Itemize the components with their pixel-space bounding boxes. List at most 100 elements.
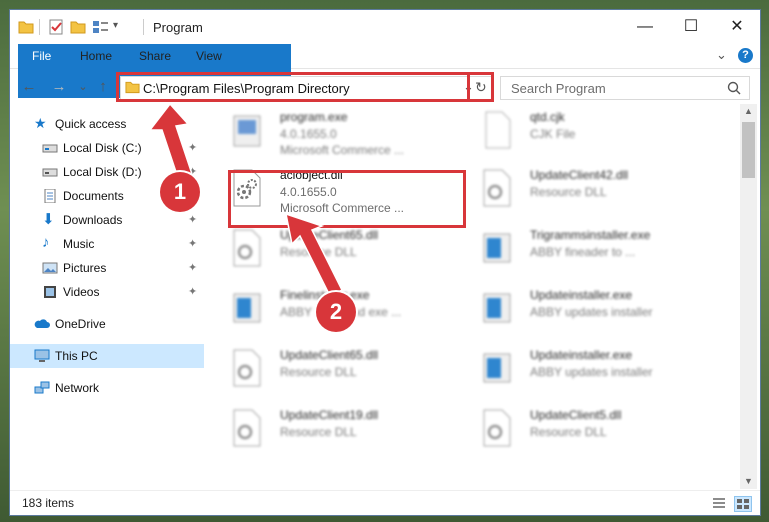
file-item[interactable]: UpdateClient65.dll Resource DLL: [208, 342, 453, 396]
file-name: UpdateClient65.dll: [280, 228, 379, 242]
pin-icon: ✦: [188, 142, 198, 154]
file-name: UpdateClient19.dll: [280, 408, 379, 422]
exe-icon: [233, 115, 261, 147]
help-icon[interactable]: ?: [738, 48, 753, 63]
new-folder-icon[interactable]: [70, 19, 86, 35]
large-icons-view-icon[interactable]: [734, 496, 752, 512]
scroll-up-icon[interactable]: ▲: [744, 106, 753, 116]
sidebar-item-videos[interactable]: Videos ✦: [10, 280, 204, 304]
file-name: Updateinstaller.exe: [530, 348, 633, 362]
file-item[interactable]: program.exe 4.0.1655.0 Microsoft Commerc…: [208, 104, 453, 158]
maximize-button[interactable]: ☐: [668, 10, 714, 44]
sidebar-item-label: This PC: [55, 349, 98, 363]
vertical-scrollbar[interactable]: ▲ ▼: [740, 104, 757, 489]
up-button[interactable]: ↑: [94, 79, 112, 95]
drive-icon: [42, 168, 58, 177]
file-item[interactable]: UpdateClient5.dll Resource DLL: [458, 402, 703, 456]
file-item[interactable]: qtd.cjk CJK File: [458, 104, 703, 158]
installer-icon: [483, 353, 511, 383]
file-type: Resource DLL: [280, 365, 357, 379]
file-name: qtd.cjk: [530, 110, 565, 124]
search-input[interactable]: Search Program: [500, 76, 750, 100]
network-icon: [34, 381, 50, 394]
sidebar-item-label: Quick access: [55, 117, 127, 131]
explorer-window: ▾ Program — ☐ ✕ File Home Share View ⌄ ?…: [10, 10, 760, 515]
file-type: Resource DLL: [530, 425, 607, 439]
dll-gear-icon: [483, 169, 511, 207]
installer-icon: [483, 233, 511, 263]
videos-icon: [44, 286, 56, 298]
address-highlight-box: [116, 72, 494, 102]
sidebar-item-label: Network: [55, 381, 100, 395]
close-button[interactable]: ✕: [714, 10, 760, 44]
sidebar-item-label: Videos: [63, 285, 100, 299]
window-title: Program: [153, 20, 203, 35]
download-icon: ⬇: [42, 211, 55, 228]
sidebar-item-network[interactable]: Network: [10, 376, 204, 400]
navigation-pane: ★ Quick access Local Disk (C:) ✦ Local D…: [10, 104, 204, 489]
qa-separator: [39, 19, 40, 35]
details-view-icon[interactable]: [712, 497, 726, 509]
forward-button[interactable]: →: [50, 79, 68, 95]
scrollbar-thumb[interactable]: [742, 122, 755, 178]
chevron-down-icon[interactable]: ▾: [113, 20, 118, 31]
callout-badge-1: 1: [160, 172, 200, 212]
file-item[interactable]: UpdateClient42.dll Resource DLL: [458, 162, 703, 216]
sidebar-item-label: Music: [63, 237, 95, 251]
sidebar-item-quick-access[interactable]: ★ Quick access: [10, 112, 204, 136]
file-name: Updateinstaller.exe: [530, 288, 633, 302]
scroll-down-icon[interactable]: ▼: [744, 476, 753, 486]
pin-icon: ✦: [188, 286, 198, 298]
sidebar-item-label: Local Disk (D:): [63, 165, 142, 179]
tab-home[interactable]: Home: [68, 44, 124, 68]
sidebar-item-onedrive[interactable]: OneDrive: [10, 312, 204, 336]
ribbon-tabs: File Home Share View ⌄ ?: [10, 44, 760, 98]
file-description: Microsoft Commerce ...: [280, 143, 405, 157]
properties-check-icon[interactable]: [48, 19, 64, 35]
file-name: Trigrammsinstaller.exe: [530, 228, 651, 242]
title-bar: ▾ Program — ☐ ✕: [10, 10, 760, 44]
sidebar-item-music[interactable]: ♪ Music ✦: [10, 232, 204, 256]
file-item[interactable]: Updateinstaller.exe ABBY updates install…: [458, 342, 703, 396]
drive-icon: [42, 144, 58, 153]
music-icon: ♪: [42, 234, 50, 251]
star-icon: ★: [34, 115, 47, 131]
dll-gear-icon: [483, 409, 511, 447]
sidebar-item-downloads[interactable]: ⬇ Downloads ✦: [10, 208, 204, 232]
file-name: UpdateClient65.dll: [280, 348, 379, 362]
file-list: program.exe 4.0.1655.0 Microsoft Commerc…: [208, 104, 740, 489]
sidebar-item-pictures[interactable]: Pictures ✦: [10, 256, 204, 280]
customize-toolbar-icon[interactable]: [92, 19, 110, 35]
title-separator: [143, 19, 144, 35]
recent-locations-button[interactable]: ⌄: [74, 79, 92, 95]
sidebar-item-label: Downloads: [63, 213, 123, 227]
minimize-button[interactable]: —: [622, 10, 668, 44]
dll-gear-icon: [233, 349, 261, 387]
sidebar-item-local-disk-c[interactable]: Local Disk (C:) ✦: [10, 136, 204, 160]
pictures-icon: [42, 262, 58, 274]
file-item[interactable]: Updateinstaller.exe ABBY updates install…: [458, 282, 703, 336]
file-name: UpdateClient5.dll: [530, 408, 622, 422]
installer-icon: [483, 293, 511, 323]
file-type: Resource DLL: [280, 425, 357, 439]
tab-view[interactable]: View: [184, 44, 234, 68]
folder-icon[interactable]: [18, 19, 34, 35]
file-name: UpdateClient42.dll: [530, 168, 629, 182]
sidebar-item-this-pc[interactable]: This PC: [10, 344, 204, 368]
back-button[interactable]: ←: [20, 79, 38, 95]
file-description: ABBY fineader to ...: [530, 245, 636, 259]
tab-share[interactable]: Share: [127, 44, 183, 68]
file-item[interactable]: UpdateClient65.dll Resource DLL: [208, 222, 453, 276]
callout-badge-2: 2: [316, 292, 356, 332]
sidebar-item-label: Documents: [63, 189, 124, 203]
file-name: program.exe: [280, 110, 348, 124]
file-type: Resource DLL: [530, 185, 607, 199]
cloud-icon: [34, 319, 50, 328]
file-highlight-box: [228, 170, 466, 228]
file-type: CJK File: [530, 127, 576, 141]
expand-ribbon-icon[interactable]: ⌄: [716, 47, 727, 63]
pin-icon: ✦: [188, 214, 198, 226]
file-item[interactable]: UpdateClient19.dll Resource DLL: [208, 402, 453, 456]
sidebar-item-label: OneDrive: [55, 317, 106, 331]
file-item[interactable]: Trigrammsinstaller.exe ABBY fineader to …: [458, 222, 703, 276]
